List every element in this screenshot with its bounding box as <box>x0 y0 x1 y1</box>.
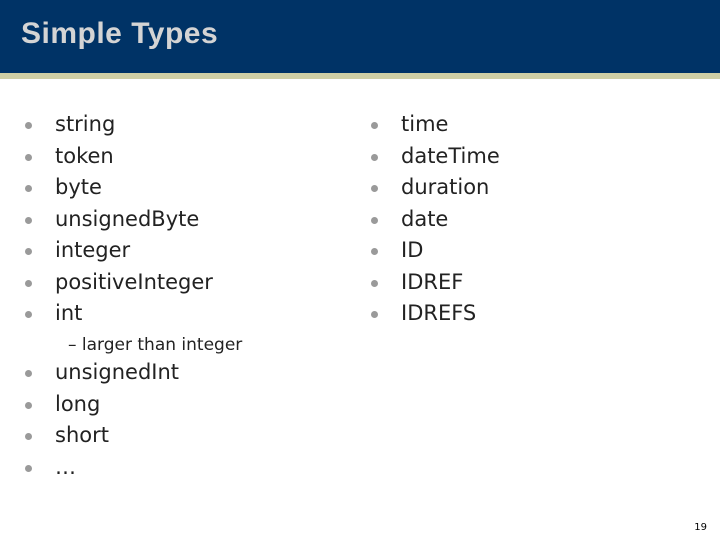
list-item: string <box>0 109 340 141</box>
slide-title: Simple Types <box>21 17 219 50</box>
title-divider-stripe <box>0 73 720 79</box>
bullet-icon <box>371 311 378 318</box>
list-item: IDREF <box>346 267 686 299</box>
list-item: short <box>0 420 340 452</box>
list-item: duration <box>346 172 686 204</box>
list-item: … <box>0 452 340 484</box>
bullet-icon <box>25 185 32 192</box>
bullet-icon <box>371 185 378 192</box>
page-number: 19 <box>694 522 707 533</box>
list-item-label: long <box>55 391 101 416</box>
list-item-label: string <box>55 112 116 136</box>
list-item-label: unsignedInt <box>55 360 180 384</box>
bullet-icon <box>371 122 378 129</box>
bullet-icon <box>25 153 32 161</box>
list-item: IDREFS <box>346 298 686 330</box>
list-item-label: positiveInteger <box>55 269 213 294</box>
list-item-label: byte <box>55 175 102 199</box>
bullet-icon <box>371 153 378 161</box>
list-item-label: date <box>401 206 449 231</box>
list-item: ID <box>346 235 686 267</box>
bullet-icon <box>25 370 32 377</box>
list-item-label: … <box>55 454 76 479</box>
bullet-icon <box>25 311 32 318</box>
bullet-icon <box>371 279 378 287</box>
list-item-label: int <box>55 301 83 325</box>
bullet-icon <box>25 279 32 287</box>
list-item: long <box>0 389 340 421</box>
left-type-list-continued: unsignedInt long short … <box>0 357 340 483</box>
list-item: unsignedByte <box>0 204 340 236</box>
left-type-list: string token byte unsignedByte integer p… <box>0 109 340 360</box>
list-item-label: IDREF <box>401 269 464 294</box>
list-item: token <box>0 141 340 173</box>
list-item-label: dateTime <box>401 143 500 168</box>
title-bar: Simple Types <box>0 0 720 73</box>
bullet-icon <box>25 433 32 440</box>
list-item: int <box>0 298 340 330</box>
list-item-label: IDREFS <box>401 301 477 325</box>
list-item-label: token <box>55 143 114 168</box>
list-item: byte <box>0 172 340 204</box>
bullet-icon <box>25 248 32 255</box>
bullet-icon <box>371 216 378 224</box>
bullet-icon <box>25 122 32 129</box>
right-type-list: time dateTime duration date ID IDREF IDR… <box>346 109 686 330</box>
list-item: dateTime <box>346 141 686 173</box>
bullet-icon <box>25 216 32 224</box>
list-item-label: short <box>55 423 109 447</box>
list-item: date <box>346 204 686 236</box>
list-item: integer <box>0 235 340 267</box>
list-item-label: duration <box>401 175 490 199</box>
list-item: time <box>346 109 686 141</box>
bullet-icon <box>371 248 378 255</box>
list-item: unsignedInt <box>0 357 340 389</box>
sub-list-item: – larger than integer <box>68 334 243 355</box>
list-item-label: ID <box>401 238 424 262</box>
bullet-icon <box>25 464 32 472</box>
list-item-label: unsignedByte <box>55 206 200 231</box>
list-item-label: time <box>401 112 449 136</box>
list-item: positiveInteger <box>0 267 340 299</box>
list-item-label: integer <box>55 238 131 262</box>
bullet-icon <box>25 401 32 409</box>
